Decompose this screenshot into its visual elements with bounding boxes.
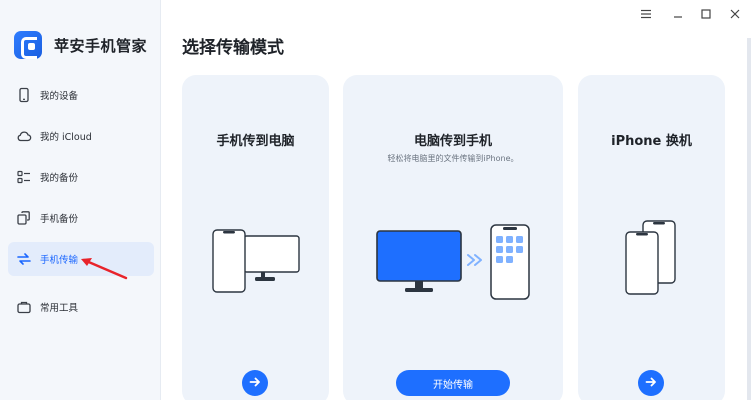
sidebar: 苹安手机管家 我的设备 我的 iCloud 我的备份 手机备份 手机传输 常用工… — [0, 0, 161, 400]
card-subtitle: 轻松将电脑里的文件传输到iPhone。 — [387, 154, 519, 163]
transfer-arrows-icon — [16, 251, 32, 267]
sidebar-item-my-device[interactable]: 我的设备 — [8, 78, 154, 112]
sidebar-item-my-icloud[interactable]: 我的 iCloud — [8, 119, 154, 153]
sidebar-item-label: 常用工具 — [40, 303, 79, 314]
close-icon — [729, 4, 741, 23]
page-title: 选择传输模式 — [182, 38, 284, 58]
arrow-right-icon — [248, 374, 262, 393]
backup-list-icon — [16, 169, 32, 185]
minimize-button[interactable] — [669, 6, 687, 20]
menu-icon — [640, 4, 652, 23]
sidebar-item-label: 我的备份 — [40, 173, 79, 184]
brand: 苹安手机管家 — [14, 31, 147, 59]
sidebar-item-label: 手机传输 — [40, 255, 79, 266]
toolbox-icon — [16, 299, 32, 315]
iphone-switch-go-button[interactable] — [638, 370, 664, 396]
start-transfer-button[interactable]: 开始传输 — [396, 370, 510, 396]
two-phones-illustration-icon — [625, 220, 676, 295]
phone-icon — [16, 87, 32, 103]
card-title: iPhone 换机 — [611, 134, 692, 149]
card-pc-to-phone[interactable]: 电脑传到手机 轻松将电脑里的文件传输到iPhone。 开始传输 — [343, 75, 563, 400]
app-logo-icon — [14, 31, 42, 59]
card-title: 电脑传到手机 — [413, 134, 492, 149]
sidebar-item-common-tools[interactable]: 常用工具 — [8, 290, 154, 324]
card-iphone-switch[interactable]: iPhone 换机 — [578, 75, 725, 400]
sidebar-item-my-backup[interactable]: 我的备份 — [8, 160, 154, 194]
sidebar-item-label: 手机备份 — [40, 214, 79, 225]
menu-button[interactable] — [637, 6, 655, 20]
arrow-right-icon — [644, 374, 658, 393]
phone-to-computer-illustration-icon — [212, 229, 300, 293]
annotation-arrow-icon — [81, 258, 128, 280]
phone-to-pc-go-button[interactable] — [242, 370, 268, 396]
card-phone-to-pc[interactable]: 手机传到电脑 — [182, 75, 329, 400]
maximize-icon — [700, 4, 712, 23]
minimize-icon — [672, 4, 684, 23]
cloud-icon — [16, 128, 32, 144]
copy-icon — [16, 210, 32, 226]
app-name: 苹安手机管家 — [54, 36, 148, 55]
sidebar-item-label: 我的 iCloud — [40, 132, 92, 143]
sidebar-item-phone-backup[interactable]: 手机备份 — [8, 201, 154, 235]
computer-to-phone-illustration-icon — [376, 224, 530, 300]
sidebar-item-label: 我的设备 — [40, 91, 79, 102]
card-title: 手机传到电脑 — [216, 134, 295, 149]
maximize-button[interactable] — [697, 6, 715, 20]
vertical-scrollbar[interactable] — [747, 38, 751, 400]
close-button[interactable] — [726, 6, 744, 20]
